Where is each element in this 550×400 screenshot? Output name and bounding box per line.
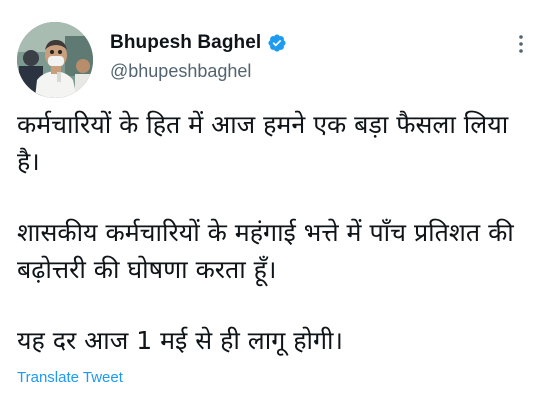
author-handle[interactable]: @bhupeshbaghel	[110, 61, 287, 82]
name-row: Bhupesh Baghel	[110, 30, 287, 56]
avatar[interactable]	[17, 22, 93, 98]
translate-tweet-link[interactable]: Translate Tweet	[17, 369, 123, 386]
tweet-paragraph: यह दर आज 1 मई से ही लागू होगी।	[17, 326, 344, 355]
tweet-text: कर्मचारियों के हित में आज हमने एक बड़ा फ…	[17, 106, 537, 359]
tweet-paragraph: कर्मचारियों के हित में आज हमने एक बड़ा फ…	[17, 110, 509, 176]
tweet-paragraph: शासकीय कर्मचारियों के महंगाई भत्ते में प…	[17, 218, 514, 284]
author-display-name[interactable]: Bhupesh Baghel	[110, 32, 261, 54]
avatar-photo	[17, 22, 93, 98]
verified-badge-icon	[267, 33, 287, 53]
tweet-card: Bhupesh Baghel @bhupeshbaghel कर्मचारियो…	[0, 0, 550, 400]
tweet-author: Bhupesh Baghel @bhupeshbaghel	[110, 30, 287, 82]
more-options-icon[interactable]	[516, 34, 526, 54]
